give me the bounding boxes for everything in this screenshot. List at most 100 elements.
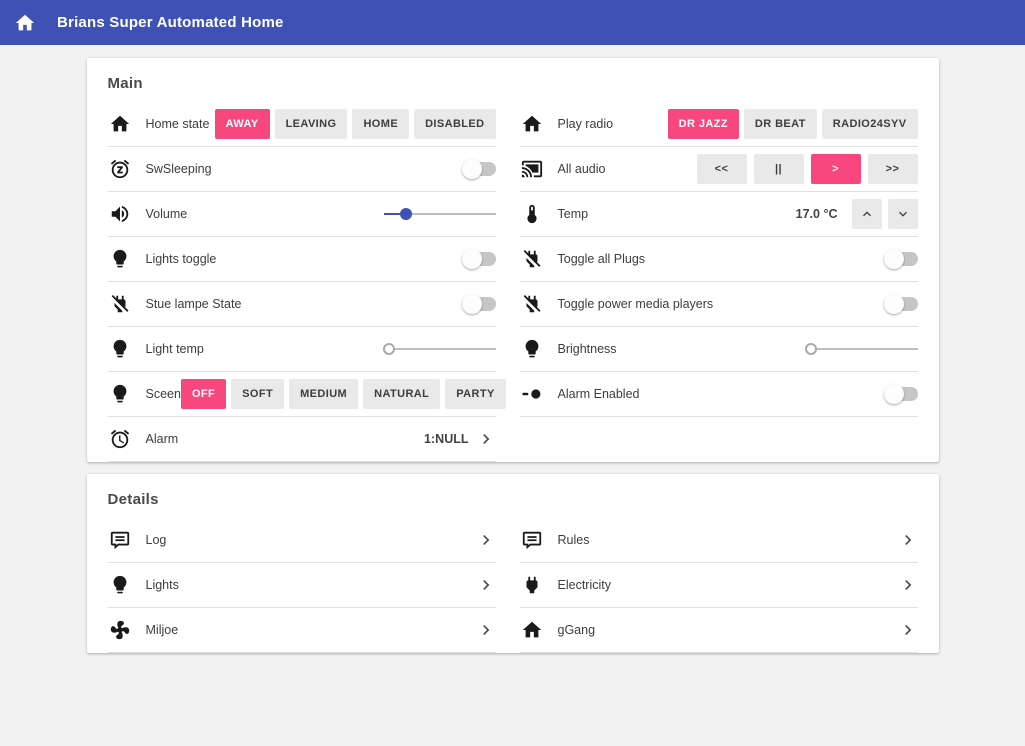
row-home-state: Home state AWAY LEAVING HOME DISABLED — [108, 102, 496, 147]
list-item-label: Electricity — [558, 578, 611, 592]
temp-value: 17.0 °C — [796, 207, 838, 221]
row-label: All audio — [558, 162, 606, 176]
row-all-audio: All audio << || > >> — [520, 147, 918, 192]
row-label: SwSleeping — [146, 162, 212, 176]
row-sceen: Sceen OFF SOFT MEDIUM NATURAL PARTY — [108, 372, 496, 417]
row-label: Home state — [146, 117, 210, 131]
details-left-column: Log Lights Miljoe — [108, 518, 496, 653]
row-lights-toggle: Lights toggle — [108, 237, 496, 282]
home-icon — [108, 113, 132, 135]
app-bar: Brians Super Automated Home — [0, 0, 1025, 45]
rewind-button[interactable]: << — [697, 154, 747, 184]
row-alarm-enabled: Alarm Enabled — [520, 372, 918, 417]
row-label: Brightness — [558, 342, 617, 356]
row-label: Temp — [558, 207, 589, 221]
sw-sleeping-toggle[interactable] — [462, 159, 496, 179]
chevron-right-icon — [476, 620, 496, 640]
play-button[interactable]: > — [811, 154, 861, 184]
option-dr-jazz[interactable]: DR JAZZ — [668, 109, 739, 139]
alarm-value: 1:NULL — [424, 432, 468, 446]
option-radio24syv[interactable]: RADIO24SYV — [822, 109, 918, 139]
alarm-enabled-toggle[interactable] — [884, 384, 918, 404]
stue-lampe-toggle[interactable] — [462, 294, 496, 314]
row-label: Sceen — [146, 387, 181, 401]
main-card-title: Main — [87, 58, 939, 102]
lights-toggle[interactable] — [462, 249, 496, 269]
message-icon — [108, 529, 132, 551]
slider-thumb[interactable] — [383, 343, 395, 355]
temp-stepper — [852, 199, 918, 229]
chevron-right-icon — [476, 429, 496, 449]
all-plugs-toggle[interactable] — [884, 249, 918, 269]
light-temp-slider[interactable] — [384, 341, 496, 357]
list-item-log[interactable]: Log — [108, 518, 496, 563]
power-plug-off-icon — [108, 293, 132, 315]
list-item-lights[interactable]: Lights — [108, 563, 496, 608]
option-dr-beat[interactable]: DR BEAT — [744, 109, 817, 139]
lightbulb-icon — [520, 338, 544, 360]
power-plug-off-icon — [520, 248, 544, 270]
row-label: Alarm Enabled — [558, 387, 640, 401]
message-icon — [520, 529, 544, 551]
row-label: Play radio — [558, 117, 614, 131]
home-state-options: AWAY LEAVING HOME DISABLED — [215, 109, 496, 139]
forward-button[interactable]: >> — [868, 154, 918, 184]
option-party[interactable]: PARTY — [445, 379, 505, 409]
home-icon — [520, 113, 544, 135]
slider-thumb[interactable] — [805, 343, 817, 355]
list-item-label: Miljoe — [146, 623, 179, 637]
row-play-radio: Play radio DR JAZZ DR BEAT RADIO24SYV — [520, 102, 918, 147]
cast-connected-icon — [520, 158, 544, 180]
power-plug-icon — [520, 574, 544, 596]
row-label: Lights toggle — [146, 252, 217, 266]
option-natural[interactable]: NATURAL — [363, 379, 440, 409]
thermometer-icon — [520, 203, 544, 225]
home-icon — [520, 619, 544, 641]
row-toggle-power-media-players: Toggle power media players — [520, 282, 918, 327]
power-plug-off-icon — [520, 293, 544, 315]
chevron-right-icon — [898, 620, 918, 640]
option-leaving[interactable]: LEAVING — [275, 109, 348, 139]
row-volume: Volume — [108, 192, 496, 237]
option-disabled[interactable]: DISABLED — [414, 109, 495, 139]
temp-up-button[interactable] — [852, 199, 882, 229]
list-item-ggang[interactable]: gGang — [520, 608, 918, 653]
row-label: Toggle power media players — [558, 297, 714, 311]
option-soft[interactable]: SOFT — [231, 379, 284, 409]
brightness-slider[interactable] — [806, 341, 918, 357]
chevron-right-icon — [898, 575, 918, 595]
lightbulb-icon — [108, 248, 132, 270]
alarm-snooze-icon — [108, 158, 132, 180]
list-item-label: Rules — [558, 533, 590, 547]
toggle-commit-icon — [520, 383, 544, 405]
row-label: Stue lampe State — [146, 297, 242, 311]
option-home[interactable]: HOME — [352, 109, 409, 139]
row-label: Light temp — [146, 342, 204, 356]
row-label: Toggle all Plugs — [558, 252, 646, 266]
chevron-down-icon — [895, 206, 911, 222]
lightbulb-icon — [108, 383, 132, 405]
option-off[interactable]: OFF — [181, 379, 226, 409]
play-radio-options: DR JAZZ DR BEAT RADIO24SYV — [668, 109, 918, 139]
details-card: Details Log Lights Miljoe — [87, 474, 939, 653]
temp-down-button[interactable] — [888, 199, 918, 229]
main-right-column: Play radio DR JAZZ DR BEAT RADIO24SYV Al… — [520, 102, 918, 417]
lightbulb-icon — [108, 338, 132, 360]
list-item-electricity[interactable]: Electricity — [520, 563, 918, 608]
home-icon[interactable] — [14, 12, 36, 34]
volume-slider[interactable] — [384, 206, 496, 222]
option-away[interactable]: AWAY — [215, 109, 270, 139]
alarm-icon — [108, 428, 132, 450]
pause-button[interactable]: || — [754, 154, 804, 184]
row-alarm[interactable]: Alarm 1:NULL — [108, 417, 496, 462]
power-media-players-toggle[interactable] — [884, 294, 918, 314]
slider-thumb[interactable] — [400, 208, 412, 220]
list-item-miljoe[interactable]: Miljoe — [108, 608, 496, 653]
option-medium[interactable]: MEDIUM — [289, 379, 358, 409]
list-item-label: Log — [146, 533, 167, 547]
fan-icon — [108, 619, 132, 641]
chevron-right-icon — [898, 530, 918, 550]
list-item-rules[interactable]: Rules — [520, 518, 918, 563]
row-brightness: Brightness — [520, 327, 918, 372]
row-label: Volume — [146, 207, 188, 221]
